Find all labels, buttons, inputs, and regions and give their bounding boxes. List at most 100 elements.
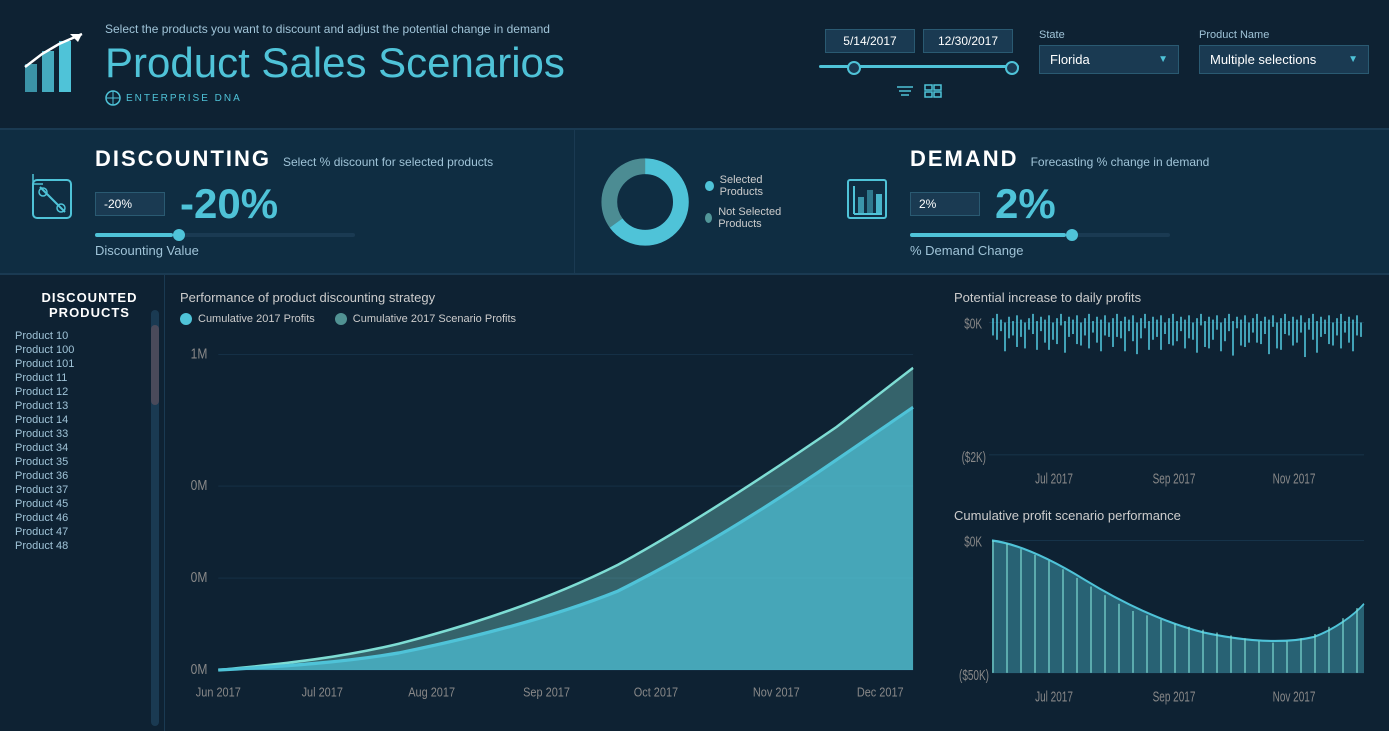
svg-text:1M: 1M — [191, 346, 208, 362]
discount-input-row: -20% — [95, 183, 549, 225]
list-item[interactable]: Product 100 — [15, 344, 164, 356]
discount-icon-area — [25, 172, 80, 232]
list-item[interactable]: Product 47 — [15, 526, 164, 538]
demand-icon-area — [840, 172, 895, 232]
product-filter: Product Name Multiple selections ▼ — [1199, 29, 1369, 74]
demand-big-value: 2% — [995, 183, 1056, 225]
scrollbar-thumb[interactable] — [151, 325, 159, 405]
demand-title: DEMAND — [910, 146, 1019, 172]
demand-value-label: % Demand Change — [910, 243, 1364, 258]
list-item[interactable]: Product 13 — [15, 400, 164, 412]
product-value: Multiple selections — [1210, 52, 1316, 67]
bottom-chart-title: Cumulative profit scenario performance — [954, 508, 1374, 523]
list-item[interactable]: Product 45 — [15, 498, 164, 510]
discounting-section: DISCOUNTING Select % discount for select… — [0, 130, 575, 273]
header-controls: 5/14/2017 12/30/2017 — [819, 29, 1369, 99]
state-filter: State Florida ▼ — [1039, 29, 1179, 74]
svg-text:Nov 2017: Nov 2017 — [753, 684, 800, 699]
product-dropdown-arrow: ▼ — [1348, 54, 1358, 65]
svg-text:$0K: $0K — [964, 533, 982, 549]
svg-text:Dec 2017: Dec 2017 — [857, 684, 904, 699]
list-item[interactable]: Product 36 — [15, 470, 164, 482]
selected-legend-item: Selected Products — [705, 174, 795, 198]
discount-big-value: -20% — [180, 183, 278, 225]
discount-input[interactable] — [95, 192, 165, 216]
scrollbar-track — [151, 310, 159, 726]
state-label: State — [1039, 29, 1179, 41]
svg-text:$0K: $0K — [964, 315, 982, 331]
state-dropdown-arrow: ▼ — [1158, 54, 1168, 65]
donut-chart — [595, 132, 695, 272]
demand-content: DEMAND Forecasting % change in demand 2%… — [910, 146, 1364, 258]
brand-label: ENTERPRISE DNA — [126, 93, 242, 104]
state-dropdown[interactable]: Florida ▼ — [1039, 45, 1179, 74]
svg-text:($50K): ($50K) — [959, 667, 989, 683]
date-start[interactable]: 5/14/2017 — [825, 29, 915, 53]
demand-slider-track[interactable] — [910, 233, 1170, 237]
demand-slider-thumb[interactable] — [1066, 229, 1078, 241]
list-item[interactable]: Product 37 — [15, 484, 164, 496]
bottom-chart-container: $0K ($50K) — [954, 529, 1374, 716]
legend-color-scenario — [335, 313, 347, 325]
top-chart-container: $0K ($2K) — [954, 311, 1374, 498]
list-item[interactable]: Product 48 — [15, 540, 164, 552]
state-value: Florida — [1050, 52, 1090, 67]
main-chart-legend: Cumulative 2017 Profits Cumulative 2017 … — [180, 313, 924, 325]
date-slider-right-thumb[interactable] — [1005, 61, 1019, 75]
date-range-area: 5/14/2017 12/30/2017 — [819, 29, 1019, 99]
logo-area — [20, 29, 90, 99]
svg-text:($2K): ($2K) — [962, 449, 986, 465]
date-slider-left-thumb[interactable] — [847, 61, 861, 75]
discounting-content: DISCOUNTING Select % discount for select… — [95, 146, 549, 258]
main-chart-title: Performance of product discounting strat… — [180, 290, 924, 305]
not-selected-legend-item: Not Selected Products — [705, 206, 795, 230]
discount-slider-thumb[interactable] — [173, 229, 185, 241]
page-title: Product Sales Scenarios — [105, 40, 819, 86]
legend-label-profits: Cumulative 2017 Profits — [198, 313, 315, 325]
list-item[interactable]: Product 12 — [15, 386, 164, 398]
donut-legend: Selected Products Not Selected Products — [705, 174, 795, 230]
top-chart-title: Potential increase to daily profits — [954, 290, 1374, 305]
demand-section: DEMAND Forecasting % change in demand 2%… — [815, 130, 1389, 273]
svg-text:Nov 2017: Nov 2017 — [1273, 689, 1316, 705]
demand-subtitle: Forecasting % change in demand — [1031, 155, 1210, 169]
bottom-right-chart-svg: $0K ($50K) — [954, 529, 1374, 716]
list-item[interactable]: Product 35 — [15, 456, 164, 468]
svg-text:Sep 2017: Sep 2017 — [1153, 471, 1196, 487]
brand-area: ENTERPRISE DNA — [105, 90, 819, 106]
donut-chart-area: Selected Products Not Selected Products — [595, 130, 795, 273]
date-end[interactable]: 12/30/2017 — [923, 29, 1013, 53]
list-item[interactable]: Product 14 — [15, 414, 164, 426]
list-item[interactable]: Product 101 — [15, 358, 164, 370]
demand-icon — [840, 172, 895, 227]
top-right-chart-area: Potential increase to daily profits $0K … — [954, 290, 1374, 498]
expand-icon[interactable] — [923, 83, 943, 99]
sidebar-title: DISCOUNTED PRODUCTS — [15, 290, 164, 320]
list-item[interactable]: Product 11 — [15, 372, 164, 384]
sidebar: DISCOUNTED PRODUCTS Product 10Product 10… — [0, 275, 165, 731]
discount-value-label: Discounting Value — [95, 243, 549, 258]
svg-text:Aug 2017: Aug 2017 — [408, 684, 455, 699]
discount-slider-track[interactable] — [95, 233, 355, 237]
filter-icon[interactable] — [895, 83, 915, 99]
product-list: Product 10 Product 100 Product 101 Product … — [15, 330, 164, 552]
svg-text:Sep 2017: Sep 2017 — [1153, 689, 1196, 705]
list-item[interactable]: Product 10 — [15, 330, 164, 342]
bottom-right-chart-area: Cumulative profit scenario performance $… — [954, 508, 1374, 716]
main-chart-area: Performance of product discounting strat… — [165, 275, 939, 731]
svg-text:Jun 2017: Jun 2017 — [196, 684, 241, 699]
list-item[interactable]: Product 33 — [15, 428, 164, 440]
product-dropdown[interactable]: Multiple selections ▼ — [1199, 45, 1369, 74]
svg-text:Sep 2017: Sep 2017 — [523, 684, 570, 699]
list-item[interactable]: Product 46 — [15, 512, 164, 524]
demand-input[interactable] — [910, 192, 980, 216]
svg-text:0M: 0M — [191, 569, 208, 585]
main-chart-svg: 1M 0M 0M 0M Jun 2017 Jul 2017 A — [180, 335, 924, 716]
discounting-title: DISCOUNTING — [95, 146, 271, 172]
svg-text:0M: 0M — [191, 661, 208, 677]
not-selected-label: Not Selected Products — [718, 206, 795, 230]
selected-legend-dot — [705, 181, 713, 191]
list-item[interactable]: Product 34 — [15, 442, 164, 454]
svg-text:Nov 2017: Nov 2017 — [1273, 471, 1316, 487]
demand-input-row: 2% — [910, 183, 1364, 225]
